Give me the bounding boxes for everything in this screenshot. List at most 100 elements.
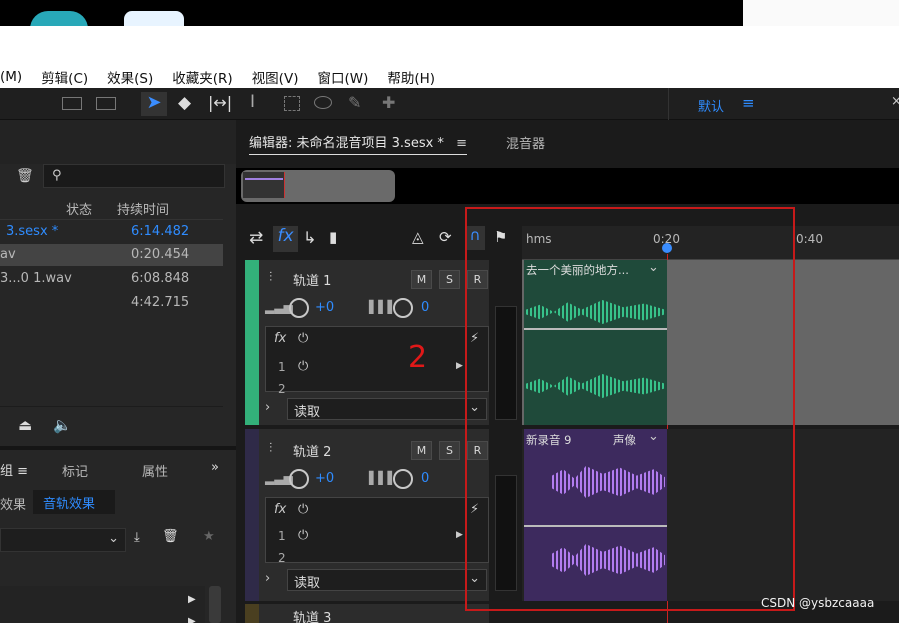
play-icon[interactable]: ▶: [456, 361, 463, 371]
close-icon[interactable]: ×: [891, 94, 899, 109]
menu-item-effects[interactable]: 效果(S): [107, 67, 153, 87]
subtab-effects[interactable]: 效果: [0, 494, 26, 513]
scrollbar[interactable]: [209, 586, 221, 623]
file-row[interactable]: 4:42.715: [0, 292, 223, 314]
sends-icon[interactable]: ↳: [303, 228, 316, 247]
menu-icon[interactable]: ≡: [456, 136, 467, 151]
subtab-track-effects[interactable]: 音轨效果: [33, 490, 115, 514]
fx-slot[interactable]: 2: [278, 382, 286, 396]
col-status[interactable]: 状态: [66, 199, 92, 218]
file-name: av: [0, 247, 16, 262]
automation-mode-label: 读取: [294, 405, 321, 420]
power-icon[interactable]: ⏻: [298, 331, 308, 346]
mute-button[interactable]: M: [411, 441, 432, 460]
lower-panel-divider: [0, 446, 236, 450]
play-icon[interactable]: ▶: [188, 594, 196, 605]
brush-tool-icon[interactable]: ✎: [348, 93, 361, 112]
track-2-header: ⫶ 轨道 2 M S R ▂▃▅ +0 ▌▌▌ 0 fx ⏻ 1 ⏻ 2 ⚡ ▶…: [259, 429, 489, 601]
file-duration: 6:08.848: [131, 271, 190, 286]
trash-icon[interactable]: 🗑: [162, 529, 179, 544]
tab-group[interactable]: 组 ≡: [0, 460, 28, 479]
metronome-icon[interactable]: ◬: [412, 228, 424, 246]
autoplay-icon[interactable]: 🔈: [53, 416, 72, 434]
fx-slot[interactable]: 2: [278, 551, 286, 565]
highlight-box: [465, 207, 795, 611]
tab-markers[interactable]: 标记: [62, 461, 88, 480]
volume-knob[interactable]: [289, 298, 309, 318]
workspace-label[interactable]: 默认: [698, 96, 724, 115]
mute-button[interactable]: M: [411, 270, 432, 289]
fx-slot[interactable]: 1: [278, 360, 286, 374]
toolbar: ➤ ◆ |↔| I ✎ ✚ 默认 ≡ ×: [0, 88, 899, 120]
menu-item[interactable]: (M): [0, 69, 22, 85]
track-name[interactable]: 轨道 2: [293, 441, 331, 460]
download-icon[interactable]: ⤓: [134, 530, 140, 545]
expand-icon[interactable]: ›: [265, 400, 270, 415]
delete-icon[interactable]: 🗑: [16, 168, 34, 184]
power-icon[interactable]: ⏻: [298, 502, 308, 517]
play-icon[interactable]: ▶: [456, 530, 463, 540]
loop-icon[interactable]: ⟳: [439, 228, 452, 246]
marquee-tool-icon[interactable]: [284, 96, 300, 111]
pan-value[interactable]: 0: [421, 471, 429, 486]
menu-item-view[interactable]: 视图(V): [252, 67, 299, 87]
razor-tool-icon[interactable]: ◆: [178, 93, 191, 113]
volume-value[interactable]: +0: [315, 471, 334, 486]
automation-mode-select[interactable]: 读取 ⌄: [287, 398, 487, 420]
fx-icon[interactable]: fx: [273, 226, 298, 252]
tab-editor[interactable]: 编辑器: 未命名混音项目 3.sesx * ≡: [249, 132, 467, 155]
files-list-bottom: [0, 406, 223, 407]
track-1-color: [245, 260, 259, 425]
tab-mixer[interactable]: 混音器: [506, 133, 545, 152]
pan-knob[interactable]: [393, 469, 413, 489]
menu-item-favorites[interactable]: 收藏夹(R): [172, 67, 232, 87]
automation-mode-label: 读取: [294, 576, 321, 591]
menu-item-help[interactable]: 帮助(H): [387, 67, 435, 87]
title-area: [0, 26, 899, 66]
tab-properties[interactable]: 属性: [142, 461, 168, 480]
track-name[interactable]: 轨道 3: [293, 607, 331, 623]
automation-mode-select[interactable]: 读取 ⌄: [287, 569, 487, 591]
move-tool-icon[interactable]: ➤: [141, 92, 167, 116]
workspace-menu-icon[interactable]: ≡: [742, 94, 755, 112]
swap-icon[interactable]: ⇄: [249, 228, 263, 248]
file-row[interactable]: 3...0 1.wav 6:08.848: [0, 268, 223, 290]
pan-value[interactable]: 0: [421, 300, 429, 315]
editor-panel: 编辑器: 未命名混音项目 3.sesx * ≡ 混音器 ⇄ fx ↳ ▮ ◬ ⟳…: [236, 120, 899, 623]
search-input[interactable]: ⚲: [43, 164, 225, 188]
expand-icon[interactable]: »: [211, 460, 219, 475]
volume-knob[interactable]: [289, 469, 309, 489]
ruler-mark: 0:40: [796, 232, 823, 246]
spectral-view-icon[interactable]: [96, 97, 116, 110]
heal-tool-icon[interactable]: ✚: [382, 93, 395, 112]
preset-dropdown[interactable]: ⌄: [0, 528, 126, 552]
star-icon[interactable]: ★: [203, 529, 215, 544]
col-duration[interactable]: 持续时间: [117, 199, 169, 218]
expand-icon[interactable]: ›: [265, 571, 270, 586]
volume-value[interactable]: +0: [315, 300, 334, 315]
track-name[interactable]: 轨道 1: [293, 270, 331, 289]
play-icon[interactable]: ▶: [188, 616, 196, 623]
waveform-view-icon[interactable]: [62, 97, 82, 110]
insert-into-multitrack-icon[interactable]: ⏏: [18, 416, 32, 434]
menu-item-clip[interactable]: 剪辑(C): [41, 67, 88, 87]
file-name: 3...0 1.wav: [0, 271, 72, 286]
file-duration: 4:42.715: [131, 295, 190, 310]
pan-knob[interactable]: [393, 298, 413, 318]
menu-icon[interactable]: ≡: [17, 464, 28, 479]
file-name: 3.sesx *: [6, 224, 59, 239]
solo-button[interactable]: S: [439, 270, 460, 289]
file-row[interactable]: 3.sesx * 6:14.482: [0, 221, 223, 243]
time-selection-icon[interactable]: I: [250, 92, 255, 112]
slip-tool-icon[interactable]: |↔|: [208, 93, 232, 112]
power-icon[interactable]: ⏻: [298, 528, 308, 543]
eq-icon[interactable]: ▮: [329, 228, 337, 246]
power-icon[interactable]: ⏻: [298, 359, 308, 374]
solo-button[interactable]: S: [439, 441, 460, 460]
lasso-tool-icon[interactable]: [314, 96, 332, 109]
fx-slot[interactable]: 1: [278, 529, 286, 543]
overview-zoom-window[interactable]: [241, 170, 395, 202]
file-row-selected[interactable]: av 0:20.454: [0, 244, 223, 266]
fx-rack: fx ⏻ 1 ⏻ 2 ⚡ ▶: [265, 497, 489, 565]
menu-item-window[interactable]: 窗口(W): [317, 67, 368, 87]
